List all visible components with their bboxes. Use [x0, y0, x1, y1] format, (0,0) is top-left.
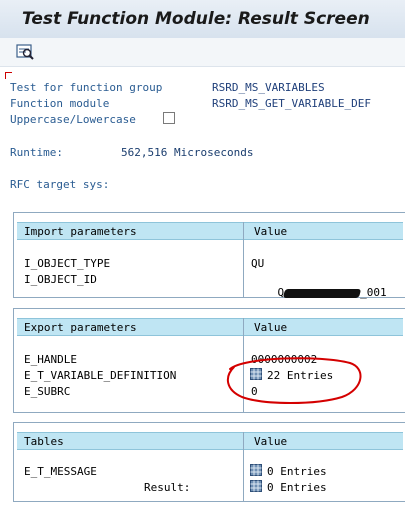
object-id-suffix: _001 — [360, 286, 387, 299]
param-name: E_T_VARIABLE_DEFINITION — [24, 369, 177, 382]
column-divider — [243, 222, 244, 297]
tables-header: Tables Value — [17, 432, 403, 450]
object-id-value[interactable]: Q _001 — [251, 273, 387, 312]
title-bar: Test Function Module: Result Screen — [0, 0, 405, 39]
param-name: E_HANDLE — [24, 353, 77, 366]
export-col-name: Export parameters — [24, 321, 137, 334]
tables-col-name: Tables — [24, 435, 64, 448]
case-checkbox[interactable] — [163, 112, 175, 124]
function-group-value: RSRD_MS_VARIABLES — [212, 81, 325, 94]
window-title: Test Function Module: Result Screen — [22, 9, 370, 29]
import-header: Import parameters Value — [17, 222, 403, 240]
import-col-value: Value — [254, 225, 288, 238]
runtime-label: Runtime: — [10, 146, 63, 159]
export-header: Export parameters Value — [17, 318, 403, 336]
param-name: I_OBJECT_ID — [24, 273, 97, 286]
export-col-value: Value — [254, 321, 288, 334]
table-icon[interactable] — [250, 480, 262, 492]
import-parameters-group: Import parameters Value I_OBJECT_TYPE QU… — [13, 212, 405, 299]
tables-group: Tables Value E_T_MESSAGE 0 Entries Resul… — [13, 422, 405, 502]
entries-value[interactable]: 0 Entries — [267, 465, 327, 478]
function-group-label: Test for function group — [10, 81, 163, 94]
annotation-ellipse — [226, 357, 362, 404]
function-module-label: Function module — [10, 97, 110, 110]
redacted-block — [282, 288, 362, 298]
result-label: Result: — [144, 481, 191, 494]
param-value[interactable]: QU — [251, 257, 264, 270]
runtime-value: 562,516 Microseconds — [121, 146, 254, 159]
rfc-label: RFC target sys: — [10, 178, 110, 191]
function-module-value: RSRD_MS_GET_VARIABLE_DEF — [212, 97, 371, 110]
param-name: E_SUBRC — [24, 385, 71, 398]
application-toolbar — [0, 38, 405, 67]
column-divider — [243, 432, 244, 501]
case-label: Uppercase/Lowercase — [10, 113, 136, 126]
tables-col-value: Value — [254, 435, 288, 448]
param-name: I_OBJECT_TYPE — [24, 257, 111, 270]
display-icon[interactable] — [14, 42, 36, 62]
red-corner-mark — [5, 72, 12, 79]
table-icon[interactable] — [250, 464, 262, 476]
table-name: E_T_MESSAGE — [24, 465, 97, 478]
entries-value[interactable]: 0 Entries — [267, 481, 327, 494]
import-col-name: Import parameters — [24, 225, 137, 238]
